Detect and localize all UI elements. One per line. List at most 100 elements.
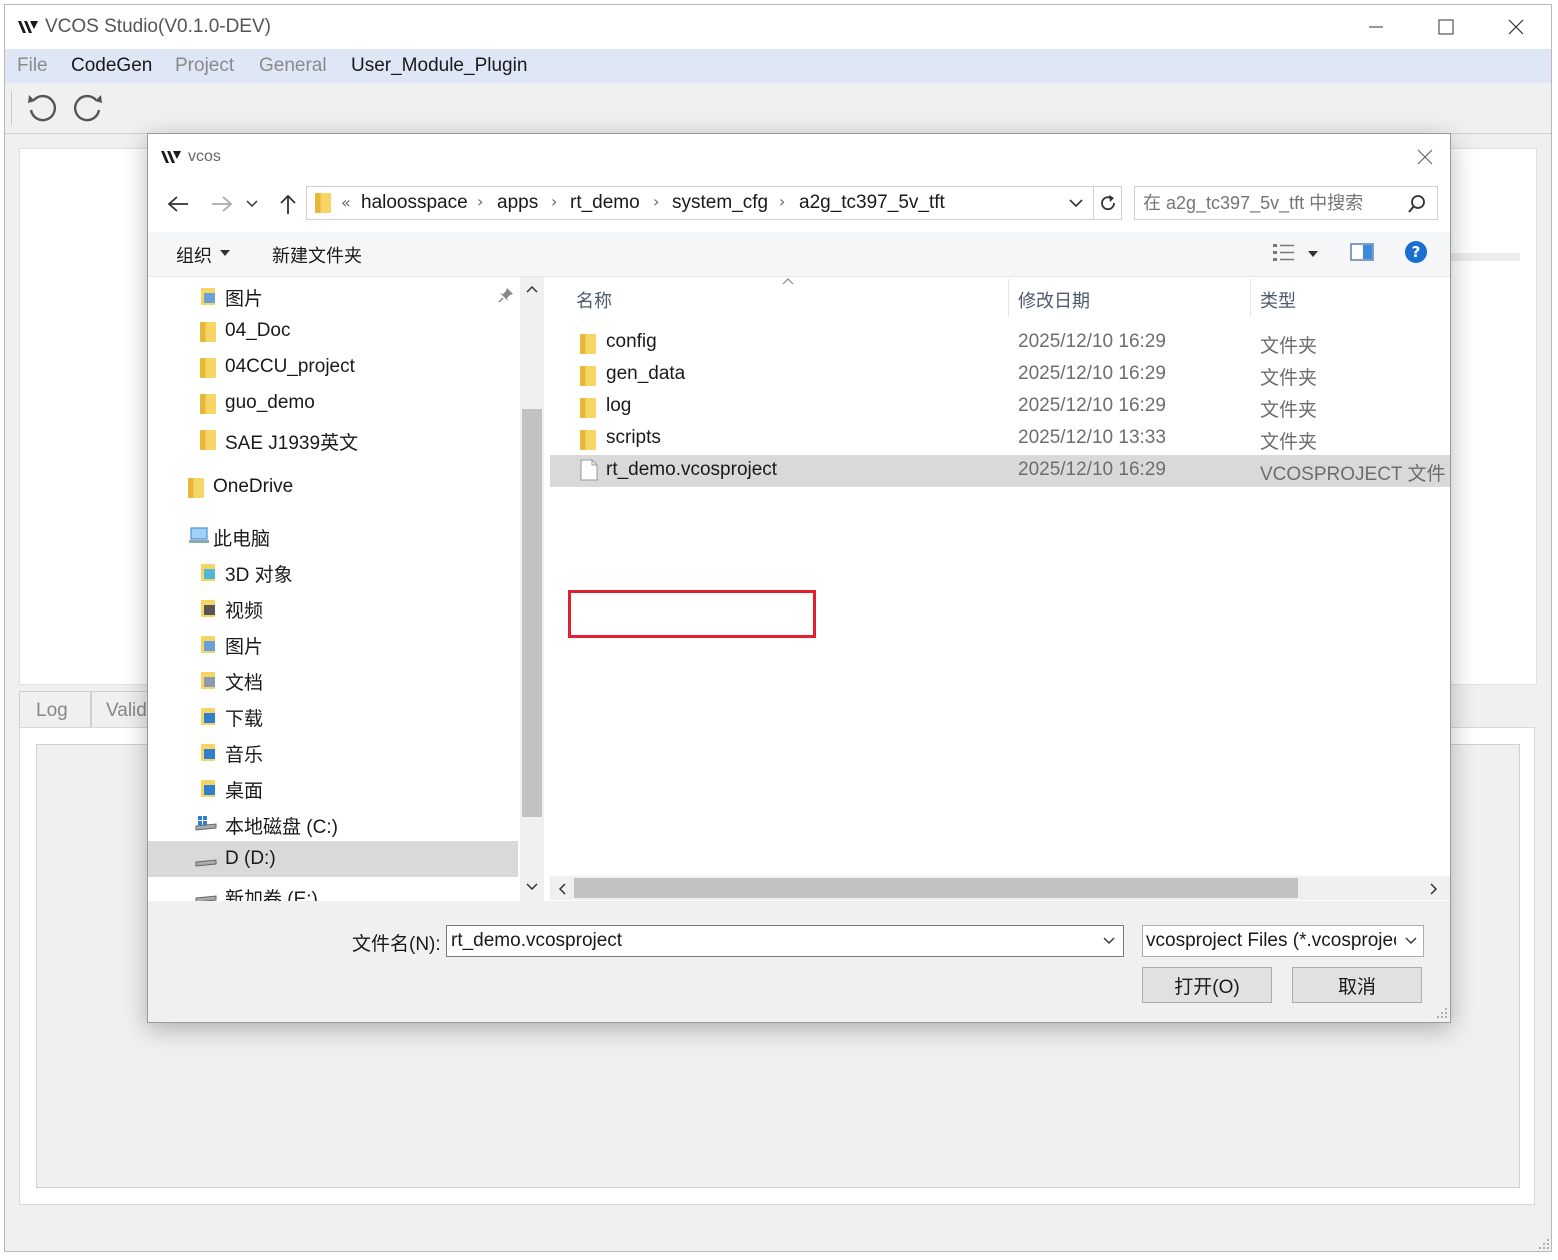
menu-codegen[interactable]: CodeGen [71, 55, 152, 77]
nav-item-label: 下载 [225, 709, 264, 730]
column-name[interactable]: 名称 [576, 287, 612, 313]
resize-grip-icon[interactable] [1436, 1007, 1448, 1019]
svg-text:?: ? [1412, 243, 1421, 261]
nav-item-label: 图片 [225, 289, 264, 310]
file-name: config [606, 331, 657, 352]
nav-item[interactable]: 此电脑 [148, 517, 518, 553]
column-date[interactable]: 修改日期 [1018, 287, 1090, 313]
scroll-up-icon[interactable] [526, 285, 538, 293]
close-icon [1417, 149, 1433, 165]
breadcrumb-apps[interactable]: apps [497, 192, 538, 214]
file-list-hscrollbar[interactable] [550, 876, 1450, 900]
undo-icon[interactable] [25, 91, 59, 125]
file-row[interactable]: gen_data 2025/12/10 16:29 文件夹 [550, 359, 1450, 391]
breadcrumb-haloosspace[interactable]: haloosspace [361, 192, 468, 214]
breadcrumb-system-cfg[interactable]: system_cfg [672, 192, 768, 214]
search-input[interactable] [1143, 191, 1405, 215]
search-box[interactable] [1134, 186, 1438, 220]
nav-item[interactable]: OneDrive [148, 469, 518, 505]
highlight-box [568, 590, 816, 638]
file-row[interactable]: rt_demo.vcosproject 2025/12/10 16:29 VCOSP… [550, 455, 1450, 487]
file-row[interactable]: scripts 2025/12/10 13:33 文件夹 [550, 423, 1450, 455]
pictures-folder-icon [200, 634, 218, 658]
filetype-value: vcosproject Files (*.vcosproject) [1146, 930, 1396, 951]
back-button[interactable] [162, 186, 194, 222]
hscroll-thumb[interactable] [574, 878, 1298, 898]
tab-log[interactable]: Log [19, 691, 91, 727]
view-details-icon[interactable] [1272, 242, 1296, 264]
nav-item[interactable]: 视频 [148, 589, 518, 625]
drive-icon [194, 886, 218, 901]
folder-icon [580, 398, 596, 418]
redo-icon[interactable] [71, 91, 105, 125]
nav-item[interactable]: 图片 [148, 625, 518, 661]
file-icon [580, 459, 598, 485]
nav-scrollbar[interactable] [520, 277, 544, 901]
menu-file[interactable]: File [17, 55, 48, 77]
nav-item[interactable]: 下载 [148, 697, 518, 733]
up-button[interactable] [272, 186, 304, 222]
maximize-button[interactable] [1411, 5, 1481, 49]
arrow-right-icon [212, 196, 233, 212]
nav-item-label: 04CCU_project [225, 356, 355, 377]
file-type: VCOSPROJECT 文件 [1260, 464, 1446, 485]
nav-item[interactable]: 文档 [148, 661, 518, 697]
nav-item[interactable]: 新加卷 (E:) [148, 877, 518, 901]
refresh-button[interactable] [1094, 186, 1122, 220]
file-type: 文件夹 [1260, 336, 1318, 357]
nav-item[interactable]: 本地磁盘 (C:) [148, 805, 518, 841]
filename-combobox[interactable] [446, 925, 1124, 957]
open-button[interactable]: 打开(O) [1142, 967, 1272, 1003]
menu-general[interactable]: General [259, 55, 327, 77]
preview-pane-icon[interactable] [1350, 242, 1374, 262]
scroll-left-icon[interactable] [558, 883, 566, 895]
filename-input[interactable] [451, 929, 1091, 953]
caret-down-icon[interactable] [1308, 251, 1318, 257]
address-bar[interactable]: « haloosspace › apps › rt_demo › system_… [306, 186, 1094, 220]
search-icon[interactable] [1407, 194, 1427, 214]
file-row[interactable]: log 2025/12/10 16:29 文件夹 [550, 391, 1450, 423]
computer-icon [188, 526, 210, 550]
window-resize-grip-icon[interactable] [1536, 1236, 1550, 1250]
scroll-right-icon[interactable] [1430, 883, 1438, 895]
menu-bar: File CodeGen Project General User_Module… [5, 49, 1551, 83]
scroll-down-icon[interactable] [526, 883, 538, 891]
filetype-select[interactable]: vcosproject Files (*.vcosproject) [1142, 925, 1424, 957]
nav-item[interactable]: D (D:) [148, 841, 518, 877]
chevron-down-icon[interactable] [1103, 937, 1115, 945]
nav-item[interactable]: 3D 对象 [148, 553, 518, 589]
breadcrumb-rt-demo[interactable]: rt_demo [570, 192, 640, 214]
file-date: 2025/12/10 16:29 [1018, 395, 1166, 416]
close-button[interactable] [1481, 5, 1551, 49]
column-type[interactable]: 类型 [1260, 287, 1296, 313]
nav-item[interactable]: 04_Doc [148, 313, 518, 349]
nav-item-label: SAE J1939英文 [225, 433, 359, 454]
recent-locations-button[interactable] [242, 186, 262, 222]
desktop-icon [200, 778, 218, 802]
forward-button[interactable] [206, 186, 238, 222]
nav-item[interactable]: SAE J1939英文 [148, 421, 518, 457]
menu-user-module-plugin[interactable]: User_Module_Plugin [351, 55, 527, 77]
help-icon[interactable]: ? [1404, 240, 1428, 264]
nav-item[interactable]: 音乐 [148, 733, 518, 769]
folder-icon [580, 430, 596, 450]
cancel-button[interactable]: 取消 [1292, 967, 1422, 1003]
breadcrumb-overflow[interactable]: « [341, 193, 351, 212]
organize-button[interactable]: 组织 [176, 242, 212, 268]
file-type: 文件夹 [1260, 368, 1318, 389]
chevron-down-icon[interactable] [1069, 199, 1083, 208]
minimize-button[interactable] [1341, 5, 1411, 49]
file-row[interactable]: config 2025/12/10 16:29 文件夹 [550, 327, 1450, 359]
dialog-close-button[interactable] [1410, 142, 1440, 172]
nav-item[interactable]: 04CCU_project [148, 349, 518, 385]
nav-scroll-thumb[interactable] [522, 409, 542, 817]
breadcrumb-a2g-tc397[interactable]: a2g_tc397_5v_tft [799, 192, 945, 214]
new-folder-button[interactable]: 新建文件夹 [272, 242, 362, 268]
menu-project[interactable]: Project [175, 55, 234, 77]
arrow-left-icon [167, 196, 188, 212]
nav-item[interactable]: 桌面 [148, 769, 518, 805]
nav-item[interactable]: guo_demo [148, 385, 518, 421]
nav-item[interactable]: 图片 [148, 277, 518, 313]
nav-item-label: 文档 [225, 673, 264, 694]
breadcrumb-separator: › [477, 192, 484, 211]
